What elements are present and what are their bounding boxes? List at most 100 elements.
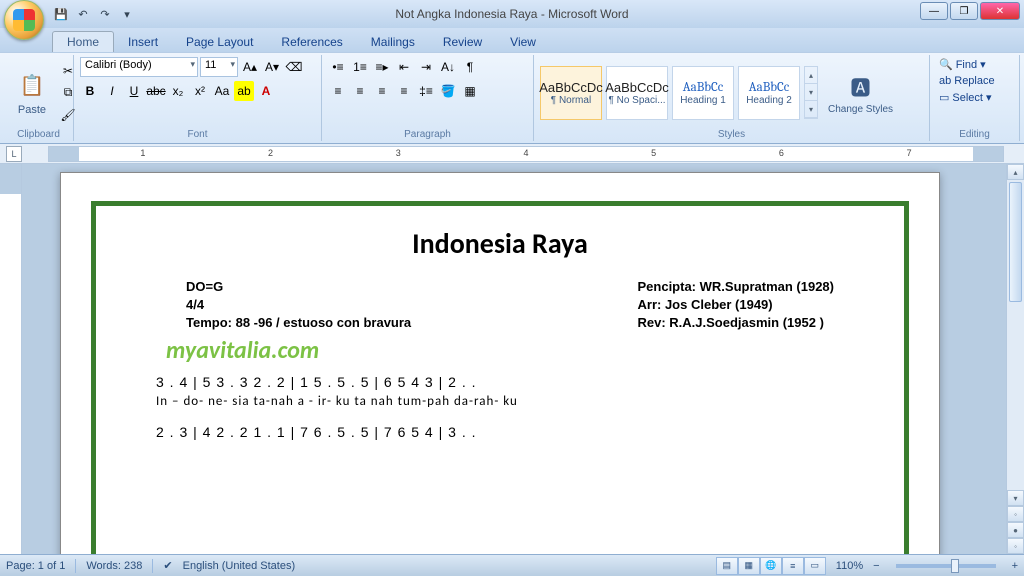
justify-button[interactable]: ≡: [394, 81, 414, 101]
line-spacing-button[interactable]: ‡≡: [416, 81, 436, 101]
tab-home[interactable]: Home: [52, 31, 114, 52]
change-styles-label: Change Styles: [828, 104, 893, 115]
underline-button[interactable]: U: [124, 81, 144, 101]
status-words[interactable]: Words: 238: [86, 560, 142, 572]
vertical-ruler[interactable]: [0, 164, 22, 554]
close-button[interactable]: ✕: [980, 2, 1020, 20]
prev-page-icon[interactable]: ◦: [1007, 506, 1024, 522]
doc-composer: Pencipta: WR.Supratman (1928): [638, 279, 835, 294]
change-case-button[interactable]: Aa: [212, 81, 232, 101]
qat-save-icon[interactable]: 💾: [52, 5, 70, 23]
maximize-button[interactable]: ❐: [950, 2, 978, 20]
scroll-thumb[interactable]: [1009, 182, 1022, 302]
tab-mailings[interactable]: Mailings: [357, 32, 429, 52]
doc-reviser: Rev: R.A.J.Soedjasmin (1952 ): [638, 315, 835, 330]
browse-object-icon[interactable]: ●: [1007, 522, 1024, 538]
tab-view[interactable]: View: [496, 32, 550, 52]
doc-arranger: Arr: Jos Cleber (1949): [638, 297, 835, 312]
outline-view[interactable]: ≡: [782, 557, 804, 575]
notation-line2: 2 . 3 | 4 2 . 2 1 . 1 | 7 6 . 5 . 5 | 7 …: [156, 423, 844, 443]
find-button[interactable]: 🔍Find ▾: [936, 57, 1013, 72]
bullets-button[interactable]: •≡: [328, 57, 348, 77]
next-page-icon[interactable]: ◦: [1007, 538, 1024, 554]
style-heading2[interactable]: AaBbCcHeading 2: [738, 66, 800, 120]
subscript-button[interactable]: x₂: [168, 81, 188, 101]
align-left-button[interactable]: ≡: [328, 81, 348, 101]
grow-font-button[interactable]: A▴: [240, 57, 260, 77]
proofing-icon[interactable]: ✔: [163, 559, 172, 572]
doc-tempo: Tempo: 88 -96 / estuoso con bravura: [186, 315, 411, 330]
styles-scroll[interactable]: ▴▾▾: [804, 66, 818, 119]
scroll-down-icon[interactable]: ▾: [1007, 490, 1024, 506]
show-marks-button[interactable]: ¶: [460, 57, 480, 77]
font-color-button[interactable]: A: [256, 81, 276, 101]
change-styles-button[interactable]: 🅰 Change Styles: [822, 68, 899, 117]
qat-undo-icon[interactable]: ↶: [74, 5, 92, 23]
bold-button[interactable]: B: [80, 81, 100, 101]
web-layout-view[interactable]: 🌐: [760, 557, 782, 575]
numbering-button[interactable]: 1≡: [350, 57, 370, 77]
minimize-button[interactable]: —: [920, 2, 948, 20]
replace-button[interactable]: abReplace: [936, 74, 1013, 88]
zoom-in-button[interactable]: +: [1012, 560, 1018, 572]
tab-selector[interactable]: L: [6, 146, 22, 162]
tab-references[interactable]: References: [267, 32, 356, 52]
print-layout-view[interactable]: ▤: [716, 557, 738, 575]
status-language[interactable]: English (United States): [183, 560, 296, 572]
inc-indent-button[interactable]: ⇥: [416, 57, 436, 77]
status-page[interactable]: Page: 1 of 1: [6, 560, 65, 572]
styles-group-label: Styles: [540, 128, 923, 141]
align-right-button[interactable]: ≡: [372, 81, 392, 101]
shading-button[interactable]: 🪣: [438, 81, 458, 101]
document-page[interactable]: Indonesia Raya DO=G 4/4 Tempo: 88 -96 / …: [60, 172, 940, 554]
zoom-slider[interactable]: [896, 564, 996, 568]
status-bar: Page: 1 of 1 Words: 238 ✔ English (Unite…: [0, 554, 1024, 576]
dec-indent-button[interactable]: ⇤: [394, 57, 414, 77]
zoom-out-button[interactable]: −: [873, 560, 879, 572]
paste-icon: 📋: [16, 70, 48, 102]
shrink-font-button[interactable]: A▾: [262, 57, 282, 77]
draft-view[interactable]: ▭: [804, 557, 826, 575]
zoom-level[interactable]: 110%: [836, 560, 863, 572]
ribbon-tabs: Home Insert Page Layout References Maili…: [0, 28, 1024, 52]
tab-page-layout[interactable]: Page Layout: [172, 32, 267, 52]
replace-icon: ab: [939, 75, 951, 87]
sort-button[interactable]: A↓: [438, 57, 458, 77]
full-screen-view[interactable]: ▦: [738, 557, 760, 575]
doc-title: Indonesia Raya: [126, 226, 874, 261]
page-border: Indonesia Raya DO=G 4/4 Tempo: 88 -96 / …: [91, 201, 909, 554]
doc-key: DO=G: [186, 279, 411, 294]
borders-button[interactable]: ▦: [460, 81, 480, 101]
style-heading1[interactable]: AaBbCcHeading 1: [672, 66, 734, 120]
select-button[interactable]: ▭Select ▾: [936, 90, 1013, 105]
qat-redo-icon[interactable]: ↷: [96, 5, 114, 23]
doc-time-sig: 4/4: [186, 297, 411, 312]
highlight-button[interactable]: ab: [234, 81, 254, 101]
style-no-spacing[interactable]: AaBbCcDc¶ No Spaci...: [606, 66, 668, 120]
font-name-select[interactable]: Calibri (Body): [80, 57, 198, 77]
office-logo-icon: [13, 9, 35, 31]
horizontal-ruler[interactable]: 1234567: [48, 146, 1004, 162]
find-icon: 🔍: [939, 58, 953, 71]
watermark: myavitalia.com: [166, 336, 874, 365]
superscript-button[interactable]: x²: [190, 81, 210, 101]
align-center-button[interactable]: ≡: [350, 81, 370, 101]
paragraph-group-label: Paragraph: [328, 128, 527, 141]
paste-button[interactable]: 📋 Paste: [10, 68, 54, 118]
font-size-select[interactable]: 11: [200, 57, 238, 77]
qat-dropdown-icon[interactable]: ▾: [118, 5, 136, 23]
tab-review[interactable]: Review: [429, 32, 496, 52]
change-styles-icon: 🅰: [845, 70, 877, 102]
scroll-up-icon[interactable]: ▴: [1007, 164, 1024, 180]
strike-button[interactable]: abc: [146, 81, 166, 101]
clipboard-group-label: Clipboard: [10, 128, 67, 141]
clear-format-button[interactable]: ⌫: [284, 57, 304, 77]
style-normal[interactable]: AaBbCcDc¶ Normal: [540, 66, 602, 120]
multilevel-button[interactable]: ≡▸: [372, 57, 392, 77]
select-icon: ▭: [939, 91, 949, 104]
vertical-scrollbar[interactable]: ▴ ▾ ◦ ● ◦: [1006, 164, 1024, 554]
tab-insert[interactable]: Insert: [114, 32, 172, 52]
office-button[interactable]: [4, 0, 44, 40]
ribbon: 📋 Paste ✂ ⧉ 🖌 Clipboard Calibri (Body) 1…: [0, 52, 1024, 144]
italic-button[interactable]: I: [102, 81, 122, 101]
